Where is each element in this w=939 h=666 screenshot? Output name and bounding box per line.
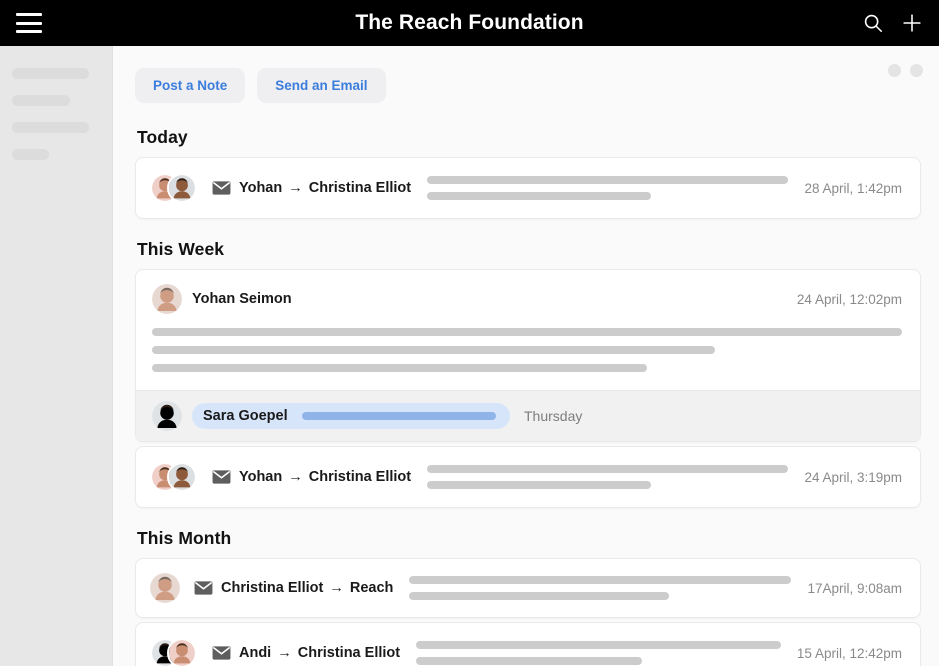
activity-row-email[interactable]: Yohan → Christina Elliot 28 April, 1:42pm — [136, 158, 920, 218]
envelope-icon — [212, 470, 231, 484]
activity-feed: Post a Note Send an Email Today Yohan → C… — [113, 46, 939, 666]
sidebar-skeleton-item — [12, 122, 90, 133]
highlighted-preview-bar — [301, 412, 496, 420]
activity-timestamp: 24 April, 3:19pm — [804, 469, 902, 485]
window-dot[interactable] — [888, 64, 901, 77]
note-header: Yohan Seimon 24 April, 12:02pm — [152, 284, 902, 314]
activity-card: Christina Elliot → Reach 17April, 9:08am — [135, 558, 921, 618]
placeholder-bar — [152, 346, 715, 354]
window-dots — [888, 64, 923, 77]
action-toolbar: Post a Note Send an Email — [135, 46, 921, 107]
activity-card: Andi → Christina Elliot 15 April, 12:42pm — [135, 622, 921, 666]
section-title: This Month — [137, 528, 232, 548]
avatar — [152, 401, 182, 431]
recipient-name: Christina Elliot — [308, 469, 412, 485]
avatar — [167, 173, 197, 203]
send-an-email-button[interactable]: Send an Email — [257, 68, 386, 103]
message-preview-bars — [427, 465, 789, 489]
recipient-name: Reach — [349, 580, 394, 596]
message-preview-bars — [409, 576, 792, 600]
highlighted-author-name: Sara Goepel — [203, 408, 288, 424]
activity-timestamp: 15 April, 12:42pm — [796, 645, 902, 661]
avatar — [152, 284, 182, 314]
sender-name: Yohan — [239, 469, 283, 485]
sender-name: Christina Elliot — [221, 580, 324, 596]
activity-participants: Yohan → Christina Elliot — [239, 469, 411, 485]
sidebar-skeleton-item — [12, 95, 71, 106]
avatar — [167, 638, 197, 666]
sidebar-skeleton-item — [12, 68, 90, 79]
note-author-name: Yohan Seimon — [192, 291, 292, 307]
placeholder-bar — [416, 641, 781, 649]
app-header: The Reach Foundation — [0, 0, 939, 46]
activity-row-email[interactable]: Andi → Christina Elliot 15 April, 12:42pm — [136, 623, 920, 666]
activity-timestamp: 24 April, 12:02pm — [796, 291, 902, 307]
avatar-group — [150, 637, 198, 666]
placeholder-bar — [409, 592, 670, 600]
placeholder-bar — [427, 176, 789, 184]
window-dot[interactable] — [910, 64, 923, 77]
message-preview-bars — [427, 176, 789, 200]
avatar — [150, 573, 180, 603]
arrow-icon: → — [284, 180, 307, 196]
arrow-icon: → — [273, 645, 296, 661]
sender-name: Yohan — [239, 180, 283, 196]
hamburger-bar — [16, 21, 42, 25]
activity-card: Yohan Seimon 24 April, 12:02pm Sara Goepel… — [135, 269, 921, 442]
avatar-group — [150, 172, 198, 204]
avatar-group — [150, 461, 198, 493]
page-title: The Reach Foundation — [355, 11, 584, 34]
highlighted-message-pill[interactable]: Sara Goepel — [192, 403, 510, 429]
feed-sections: Today Yohan → Christina Elliot 28 April, 1… — [135, 127, 921, 666]
envelope-icon-wrap — [180, 581, 213, 595]
activity-card: Yohan → Christina Elliot 24 April, 3:19pm — [135, 446, 921, 508]
placeholder-bar — [416, 657, 643, 665]
post-a-note-button[interactable]: Post a Note — [135, 68, 246, 103]
arrow-icon: → — [284, 469, 307, 485]
section-title: This Week — [137, 239, 225, 259]
activity-participants: Yohan → Christina Elliot — [239, 180, 411, 196]
activity-row-note[interactable]: Yohan Seimon 24 April, 12:02pm — [136, 270, 920, 390]
recipient-name: Christina Elliot — [308, 180, 412, 196]
app-body: Post a Note Send an Email Today Yohan → C… — [0, 46, 939, 666]
activity-participants: Christina Elliot → Reach — [221, 580, 393, 596]
placeholder-bar — [152, 364, 647, 372]
section-title: Today — [137, 127, 188, 147]
hamburger-bar — [16, 13, 42, 16]
activity-row-email[interactable]: Yohan → Christina Elliot 24 April, 3:19pm — [136, 447, 920, 507]
activity-row-email[interactable]: Christina Elliot → Reach 17April, 9:08am — [136, 559, 920, 617]
envelope-icon-wrap — [198, 181, 231, 195]
plus-icon[interactable] — [901, 12, 923, 34]
activity-timestamp: 17April, 9:08am — [807, 580, 902, 596]
envelope-icon — [194, 581, 213, 595]
sender-name: Andi — [239, 645, 272, 661]
arrow-icon: → — [325, 580, 348, 596]
sidebar — [0, 46, 113, 666]
activity-timestamp: 28 April, 1:42pm — [804, 180, 902, 196]
placeholder-bar — [427, 465, 789, 473]
recipient-name: Christina Elliot — [297, 645, 401, 661]
placeholder-bar — [427, 192, 652, 200]
hamburger-icon[interactable] — [16, 13, 42, 33]
message-preview-bars — [416, 641, 781, 665]
activity-row-highlighted[interactable]: Sara Goepel Thursday — [136, 390, 920, 441]
envelope-icon — [212, 181, 231, 195]
placeholder-bar — [152, 328, 902, 336]
activity-card: Yohan → Christina Elliot 28 April, 1:42pm — [135, 157, 921, 219]
envelope-icon-wrap — [198, 470, 231, 484]
placeholder-bar — [409, 576, 792, 584]
activity-participants: Andi → Christina Elliot — [239, 645, 400, 661]
avatar — [167, 462, 197, 492]
envelope-icon — [212, 646, 231, 660]
activity-timestamp: Thursday — [524, 408, 583, 424]
header-actions — [862, 12, 923, 34]
search-icon[interactable] — [862, 12, 884, 34]
envelope-icon-wrap — [198, 646, 231, 660]
placeholder-bar — [427, 481, 652, 489]
hamburger-bar — [16, 30, 42, 33]
sidebar-skeleton-item — [12, 149, 49, 160]
note-preview-bars — [152, 328, 902, 372]
